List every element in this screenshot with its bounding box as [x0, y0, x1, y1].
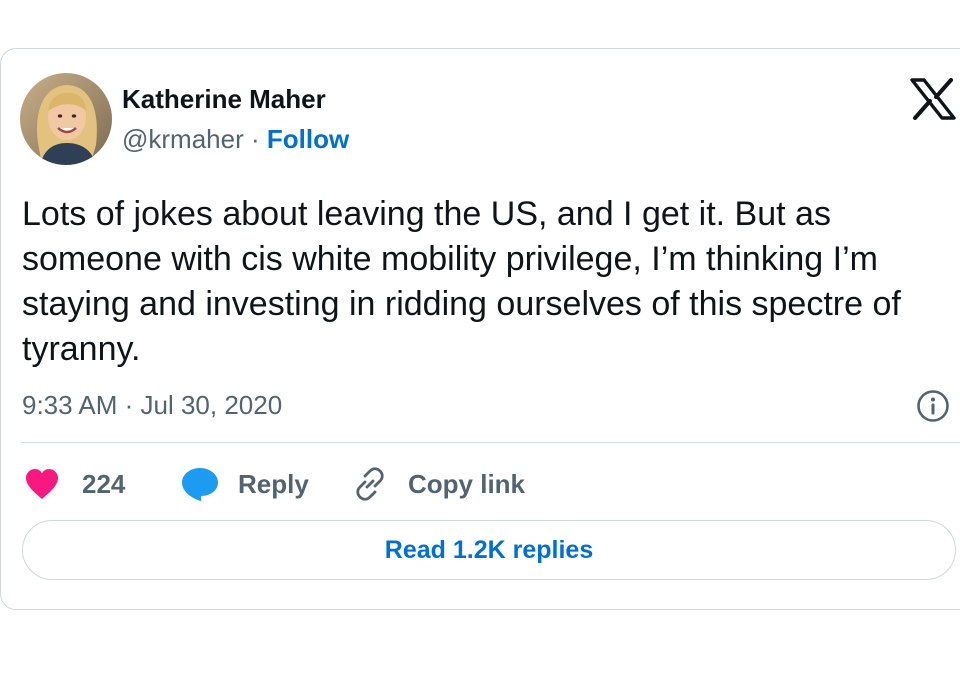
reply-button[interactable]: Reply — [180, 462, 309, 506]
link-icon — [356, 467, 384, 501]
copy-link-label: Copy link — [408, 468, 526, 499]
separator-dot: · — [250, 124, 260, 154]
copy-link-button[interactable]: Copy link — [352, 462, 525, 506]
speech-bubble-icon — [182, 468, 218, 501]
follow-button[interactable]: Follow — [267, 124, 349, 154]
read-replies-button[interactable]: Read 1.2K replies — [22, 520, 956, 580]
like-button[interactable]: 224 — [24, 462, 125, 506]
tweet-text: Lots of jokes about leaving the US, and … — [22, 195, 901, 368]
reply-label: Reply — [238, 468, 309, 499]
divider — [22, 442, 960, 443]
tweet-timestamp[interactable]: 9:33 AM · Jul 30, 2020 — [22, 390, 282, 421]
avatar-image — [20, 73, 112, 165]
heart-icon — [26, 469, 58, 499]
like-count: 224 — [82, 468, 126, 499]
author-handle[interactable]: @krmaher — [122, 124, 244, 154]
author-handle-row: @krmaher · Follow — [122, 124, 349, 155]
info-icon[interactable] — [916, 389, 950, 423]
x-logo-icon[interactable] — [910, 78, 956, 120]
avatar[interactable] — [20, 73, 112, 165]
author-name[interactable]: Katherine Maher — [122, 84, 326, 115]
